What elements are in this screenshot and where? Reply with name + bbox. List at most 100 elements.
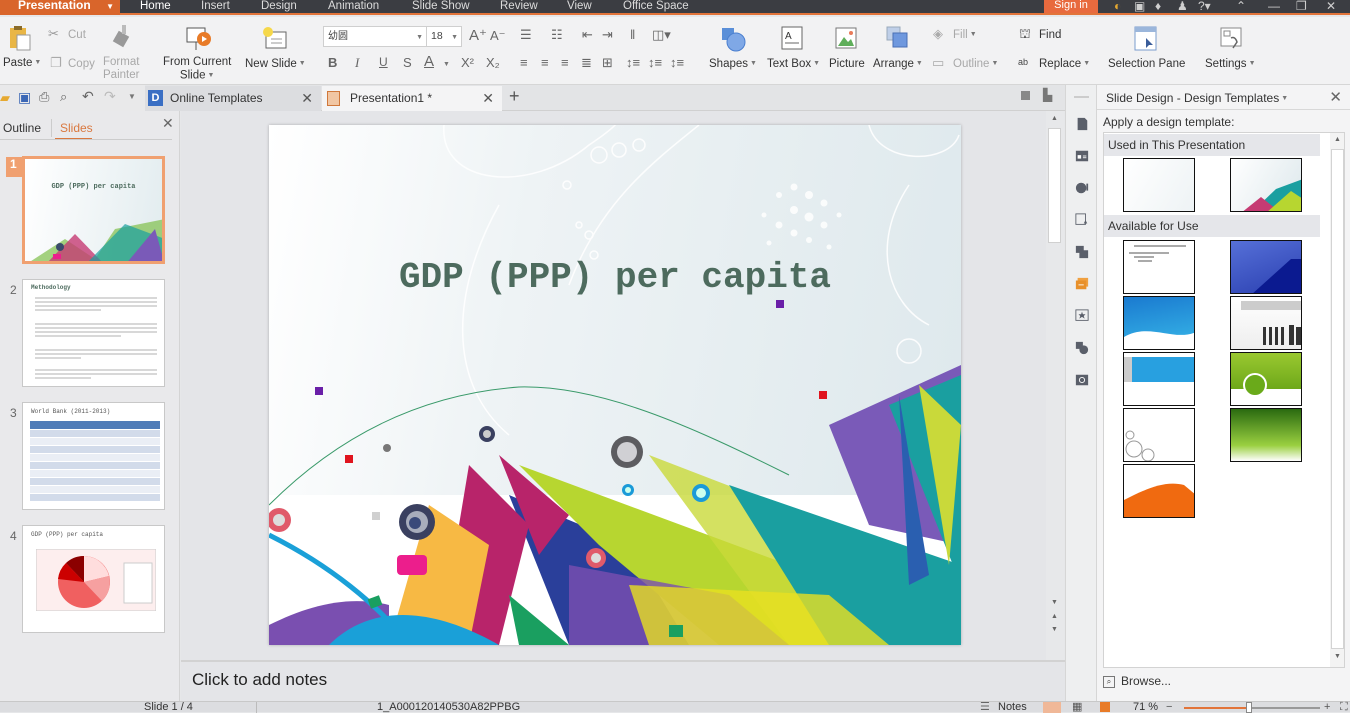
customize-toolbar-icon[interactable]: ▼ [128,92,136,101]
app-menu-button[interactable]: Presentation ▼ [0,0,120,15]
notes-pane[interactable]: Click to add notes [181,660,1065,701]
user-icon[interactable]: ♟ [1177,0,1188,12]
close-panel-icon[interactable]: ✕ [162,115,174,132]
decrease-indent-icon[interactable]: ⇤ [582,27,593,43]
help-icon[interactable]: ?▾ [1198,0,1211,12]
settings-button[interactable]: Settings ▼ [1205,58,1256,70]
shirt-icon[interactable]: ♦ [1155,0,1161,12]
cut-button[interactable]: Cut [68,29,86,41]
tab-office-space[interactable]: Office Space [623,0,689,15]
template-thumbnail[interactable] [1123,408,1195,462]
scroll-down-icon[interactable]: ▼ [1334,653,1341,660]
slide-sorter-icon[interactable]: ▦ [1072,702,1082,713]
slide-thumbnail[interactable]: World Bank (2011-2013) [22,402,165,510]
template-thumbnail[interactable] [1123,240,1195,294]
tab-insert[interactable]: Insert [201,0,230,15]
template-thumbnail[interactable] [1123,158,1195,212]
template-thumbnail[interactable] [1230,158,1302,212]
print-preview-icon[interactable]: ⌕ [60,89,67,105]
sign-in-button[interactable]: Sign in [1044,0,1098,13]
template-thumbnail[interactable] [1123,464,1195,518]
superscript-icon[interactable]: X² [461,55,474,70]
scroll-down-icon[interactable]: ▼ [1051,599,1058,606]
tab-home[interactable]: Home [140,0,171,15]
tab-slide-show[interactable]: Slide Show [412,0,470,15]
strikethrough-icon[interactable]: S [403,55,412,70]
zoom-in-icon[interactable]: + [1324,702,1330,713]
new-slide-button[interactable]: New Slide ▼ [245,58,306,70]
slide-title[interactable]: GDP (PPP) per capita [269,257,961,298]
tab-outline[interactable]: Outline [3,121,41,135]
tab-review[interactable]: Review [500,0,538,15]
template-thumbnail[interactable] [1230,296,1302,350]
distribute-icon[interactable]: ⊞ [602,55,613,71]
slide-thumbnail[interactable]: GDP (PPP) per capita [22,525,165,633]
scroll-up-icon[interactable]: ▲ [1051,115,1058,122]
notes-toggle[interactable]: Notes [998,702,1027,713]
next-slide-icon[interactable]: ▼ [1051,626,1058,633]
outline-button[interactable]: Outline ▼ [953,58,998,70]
arrange-button[interactable]: Arrange ▼ [873,58,923,70]
font-name-select[interactable]: 幼圆 ▼ [323,26,427,47]
paste-icon[interactable] [9,25,31,51]
align-center-icon[interactable]: ≡ [541,55,549,70]
save-icon[interactable]: ▣ [18,89,31,106]
align-right-icon[interactable]: ≡ [561,55,569,70]
redo-icon[interactable]: ↷ [104,88,116,105]
find-button[interactable]: Find [1039,29,1061,41]
tab-menu-icon[interactable]: ▙ [1043,88,1052,102]
paragraph-spacing-icon[interactable]: ↕≡ [648,55,662,70]
shapes-button[interactable]: Shapes ▼ [709,58,757,70]
print-icon[interactable]: ⎙ [39,89,49,105]
task-pane-title[interactable]: Slide Design - Design Templates ▼ [1106,91,1288,105]
skin-icon[interactable]: ◐ [1114,0,1121,12]
open-folder-icon[interactable]: ▰ [0,90,10,106]
picture-button[interactable]: Picture [829,58,865,70]
spacing-options-icon[interactable]: ↕≡ [670,55,684,70]
tab-online-templates[interactable]: D Online Templates ✕ [145,86,321,111]
underline-icon[interactable]: U [379,55,388,69]
template-thumbnail[interactable] [1230,240,1302,294]
close-pane-icon[interactable]: ✕ [1329,88,1342,106]
fill-button[interactable]: Fill ▼ [953,29,977,41]
numbering-icon[interactable]: ☷ [551,27,563,43]
selection-pane-button[interactable]: Selection Pane [1108,58,1185,70]
scroll-up-icon[interactable]: ▲ [1334,136,1341,143]
template-thumbnail[interactable] [1123,352,1195,406]
slideshow-icon[interactable] [1100,702,1110,712]
slide-thumbnail[interactable]: Methodology [22,279,165,387]
current-slide[interactable]: GDP (PPP) per capita [269,125,961,645]
subscript-icon[interactable]: X₂ [486,55,500,70]
paste-button[interactable]: Paste ▼ [3,57,41,69]
tab-slides[interactable]: Slides [60,121,93,135]
text-box-button[interactable]: Text Box ▼ [767,58,820,70]
color-scheme-icon[interactable] [1074,181,1090,195]
tab-animation[interactable]: Animation [328,0,379,15]
bullets-icon[interactable]: ☰ [520,27,532,43]
close-tab-icon[interactable]: ✕ [482,86,494,110]
new-page-icon[interactable] [1074,117,1090,131]
fit-window-icon[interactable]: ⛶ [1340,702,1348,713]
notes-placeholder[interactable]: Click to add notes [192,670,327,690]
replace-button[interactable]: Replace ▼ [1039,58,1090,70]
bold-icon[interactable]: B [328,55,337,70]
slide-master-icon[interactable] [1074,309,1090,323]
scroll-thumb[interactable] [1048,128,1061,243]
undo-icon[interactable]: ↶ [82,88,94,105]
backup-icon[interactable] [1074,373,1090,387]
close-window-icon[interactable]: ✕ [1326,0,1336,12]
font-size-select[interactable]: 18 ▼ [426,26,462,47]
normal-view-button[interactable] [1043,702,1061,713]
layout-icon[interactable] [1074,149,1090,163]
template-thumbnail[interactable] [1123,296,1195,350]
template-list-scrollbar[interactable]: ▲ ▼ [1330,133,1344,667]
justify-icon[interactable]: ≣ [581,55,592,71]
tab-view[interactable]: View [567,0,592,15]
chevron-down-icon[interactable]: ▼ [443,61,450,68]
collapse-ribbon-icon[interactable]: ⌃ [1236,0,1246,12]
template-thumbnail[interactable] [1230,352,1302,406]
document-icon[interactable]: ▣ [1134,0,1145,12]
shape-icon[interactable] [1074,341,1090,355]
template-thumbnail[interactable] [1230,408,1302,462]
tab-list-icon[interactable] [1021,91,1030,100]
